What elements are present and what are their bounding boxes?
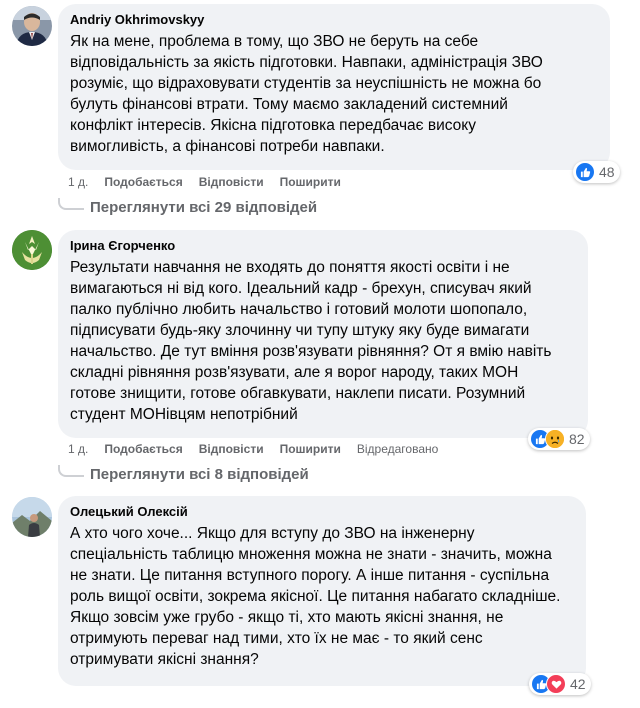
view-replies-label: Переглянути всі 8 відповідей <box>90 466 309 483</box>
reaction-summary[interactable]: 48 <box>573 161 620 183</box>
view-replies-link[interactable]: Переглянути всі 29 відповідей <box>58 197 318 216</box>
comment-text-line: вимагаються ні від кого. Ідеальний кадр … <box>70 280 532 297</box>
comment-text-line: Як на мене, проблема в тому, що ЗВО не б… <box>70 33 479 50</box>
comment-text: А хто чого хоче... Якщо для вступу до ЗВ… <box>70 523 574 670</box>
avatar[interactable] <box>12 6 52 46</box>
reply-thread-line <box>58 464 84 477</box>
like-button[interactable]: Подобається <box>104 441 182 457</box>
comment-text-line: отримувати якісні знання? <box>70 651 259 668</box>
avatar[interactable] <box>12 497 52 537</box>
comment-text-line: підписувати будь-яку злочинну чи тупу шт… <box>70 322 530 339</box>
comment-text: Результати навчання не входять до понятт… <box>70 257 576 425</box>
comment-text-line: відповідальність за якість підготовки. Н… <box>70 54 543 71</box>
share-button[interactable]: Поширити <box>280 441 341 457</box>
comment-bubble: Ірина Єгорченко Результати навчання не в… <box>58 230 588 438</box>
comment-bubble: Олецький Олексій А хто чого хоче... Якщо… <box>58 496 586 686</box>
comment-text-line: не знати. Це питання вступного порогу. А… <box>70 567 550 584</box>
comment-text-line: начальство. Де тут вміння розв'язувати р… <box>70 343 552 360</box>
view-replies-label: Переглянути всі 29 відповідей <box>90 199 318 216</box>
reaction-summary[interactable]: 82 <box>528 428 590 450</box>
comment-text-line: студент МОНівцям непотрібний <box>70 406 298 423</box>
comment-text-line: А хто чого хоче... Якщо для вступу до ЗВ… <box>70 525 475 542</box>
comment-actions: 1 д. Подобається Відповісти Поширити <box>68 174 357 190</box>
reaction-count: 82 <box>569 431 585 447</box>
comment-text-line: отримують переваг над тими, хто їх не ма… <box>70 630 483 647</box>
reaction-summary[interactable]: 42 <box>529 673 591 695</box>
reply-button[interactable]: Відповісти <box>199 441 264 457</box>
comment-text-line: складні рівняння розв'язувати, але я вор… <box>70 364 519 381</box>
comment-author[interactable]: Ірина Єгорченко <box>70 238 576 254</box>
love-icon <box>546 674 566 694</box>
comment-text-line: Результати навчання не входять до понятт… <box>70 259 510 276</box>
reply-thread-line <box>58 197 84 210</box>
comment-text-line: розуміє, що відраховувати студентів за н… <box>70 75 542 92</box>
comment-actions: 1 д. Подобається Відповісти Поширити Від… <box>68 441 438 457</box>
comment-text-line: булуть фінансові втрати. Тому маємо закл… <box>70 96 508 113</box>
comment-text: Як на мене, проблема в тому, що ЗВО не б… <box>70 31 598 157</box>
comment-timestamp[interactable]: 1 д. <box>68 441 88 457</box>
comment-author[interactable]: Andriy Okhrimovskyy <box>70 12 598 28</box>
comment-text-line: готове знищити, готове обгавкувати, накл… <box>70 385 526 402</box>
reaction-count: 48 <box>599 164 615 180</box>
like-icon <box>575 162 595 182</box>
comment-text-line: вимогливість, а фінансові потреби навпак… <box>70 138 385 155</box>
comment-text-line: Якщо зовсім уже грубо - якщо ті, хто маю… <box>70 609 504 626</box>
share-button[interactable]: Поширити <box>280 174 341 190</box>
view-replies-link[interactable]: Переглянути всі 8 відповідей <box>58 464 309 483</box>
edited-label: Відредаговано <box>356 442 439 456</box>
sad-icon <box>545 429 565 449</box>
comment-timestamp[interactable]: 1 д. <box>68 174 88 190</box>
comment-author[interactable]: Олецький Олексій <box>70 504 574 520</box>
comment-text-line: роль вищої освіти, зокрема якісної. Це п… <box>70 588 561 605</box>
comment-bubble: Andriy Okhrimovskyy Як на мене, проблема… <box>58 4 610 170</box>
comment-text-line: палко публічно любить начальство і готов… <box>70 301 528 318</box>
avatar[interactable] <box>12 230 52 270</box>
reply-button[interactable]: Відповісти <box>199 174 264 190</box>
comment-text-line: спеціальність таблицю множення можна не … <box>70 546 552 563</box>
reaction-count: 42 <box>570 676 586 692</box>
comment-text-line: конфлікт інтересів. Якісна підготовка пе… <box>70 117 476 134</box>
like-button[interactable]: Подобається <box>104 174 182 190</box>
